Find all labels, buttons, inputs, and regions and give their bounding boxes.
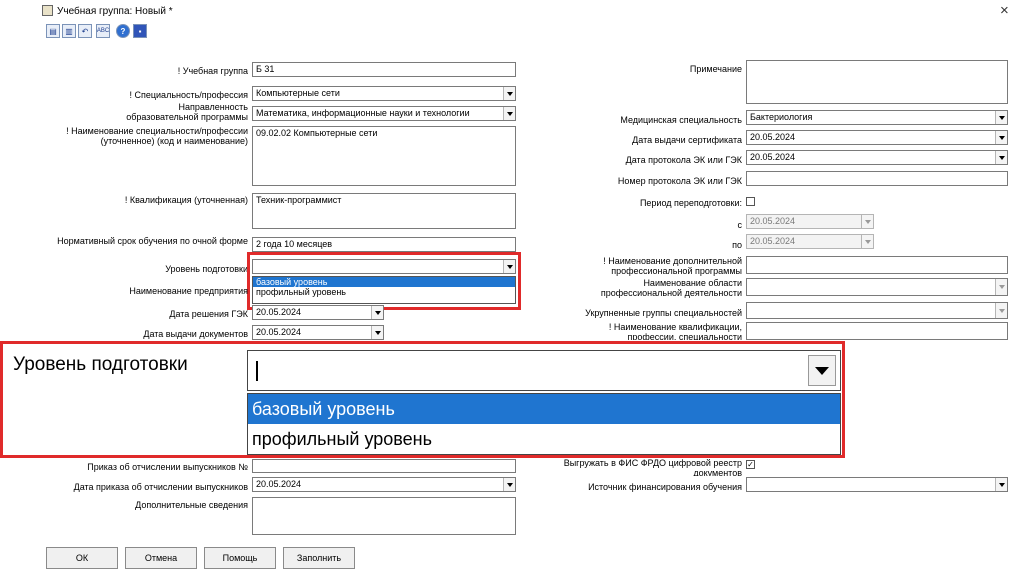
help-button[interactable]: Помощь <box>204 547 276 569</box>
chevron-down-icon[interactable] <box>503 478 515 491</box>
registry-label: Выгружать в ФИС ФРДО цифровой реестр док… <box>563 458 742 476</box>
chevron-down-icon[interactable] <box>995 151 1007 164</box>
chevron-down-icon[interactable] <box>503 87 515 100</box>
protocol-date-value: 20.05.2024 <box>750 152 796 162</box>
docs-date-label: Дата выдачи документов <box>143 329 248 339</box>
direction-select[interactable]: Математика, информационные науки и техно… <box>252 106 516 121</box>
specialty-select[interactable]: Компьютерные сети <box>252 86 516 101</box>
med-specialty-select[interactable]: Бактериология <box>746 110 1008 125</box>
paste-icon[interactable]: ▥ <box>62 24 76 38</box>
group-label: ! Учебная группа <box>177 66 248 76</box>
chevron-down-icon[interactable] <box>995 131 1007 144</box>
close-button[interactable]: × <box>1000 2 1009 19</box>
chevron-down-icon[interactable] <box>995 279 1007 295</box>
zoom-level-select <box>247 350 841 391</box>
note-input[interactable] <box>746 60 1008 104</box>
copy-icon[interactable]: ▤ <box>46 24 60 38</box>
order-input[interactable] <box>252 459 516 473</box>
spec-groups-select[interactable] <box>746 302 1008 319</box>
gek-date-label: Дата решения ГЭК <box>169 309 248 319</box>
prof-area-select[interactable] <box>746 278 1008 296</box>
zoom-level-label: Уровень подготовки <box>13 354 188 375</box>
level-label: Уровень подготовки <box>165 264 248 274</box>
chevron-down-icon[interactable] <box>995 303 1007 318</box>
direction-label: Направленность образовательной программы <box>126 102 248 122</box>
chevron-down-icon[interactable] <box>503 107 515 120</box>
gek-date-select[interactable]: 20.05.2024 <box>252 305 384 320</box>
spec-name-label: ! Наименование специальности/профессии (… <box>66 126 248 146</box>
order-date-value: 20.05.2024 <box>256 479 302 489</box>
extra-info-input[interactable] <box>252 497 516 535</box>
term-input[interactable]: 2 года 10 месяцев <box>252 237 516 252</box>
dropdown-highlight-frame <box>247 252 521 310</box>
qualification-input[interactable]: Техник-программист <box>252 193 516 229</box>
med-specialty-value: Бактериология <box>750 112 813 122</box>
from-label: с <box>737 220 743 230</box>
docs-date-value: 20.05.2024 <box>256 327 302 337</box>
order-date-label: Дата приказа об отчислении выпускников <box>73 482 248 492</box>
spec-name-input[interactable]: 09.02.02 Компьютерные сети <box>252 126 516 186</box>
spec-groups-label: Укрупненные группы специальностей <box>585 308 742 318</box>
undo-icon[interactable]: ↶ <box>78 24 92 38</box>
window-title: Учебная группа: Новый * <box>57 6 173 17</box>
zoom-option-profile: профильный уровень <box>252 429 432 449</box>
direction-value: Математика, информационные науки и техно… <box>256 108 470 118</box>
protocol-date-label: Дата протокола ЭК или ГЭК <box>625 155 742 165</box>
from-date-select[interactable]: 20.05.2024 <box>746 214 874 229</box>
zoom-callout: Уровень подготовки базовый уровень профи… <box>0 341 845 458</box>
extra-info-label: Дополнительные сведения <box>135 500 248 510</box>
prof-area-label: Наименование области профессиональной де… <box>600 278 742 298</box>
cert-date-select[interactable]: 20.05.2024 <box>746 130 1008 145</box>
to-date-value: 20.05.2024 <box>750 236 796 246</box>
chevron-down-icon[interactable] <box>861 215 873 228</box>
chevron-down-icon[interactable] <box>995 111 1007 124</box>
specialty-value: Компьютерные сети <box>256 88 340 98</box>
save-icon[interactable]: ▪ <box>133 24 147 38</box>
qual-name-input[interactable] <box>746 322 1008 340</box>
med-specialty-label: Медицинская специальность <box>620 115 742 125</box>
group-input[interactable]: Б 31 <box>252 62 516 77</box>
chevron-down-icon[interactable] <box>371 306 383 319</box>
spellcheck-icon[interactable]: ABC <box>96 24 110 38</box>
chevron-down-icon <box>808 355 836 386</box>
term-label: Нормативный срок обучения по очной форме <box>57 236 248 246</box>
to-label: по <box>732 240 742 250</box>
ok-button[interactable]: ОК <box>46 547 118 569</box>
gek-date-value: 20.05.2024 <box>256 307 302 317</box>
zoom-option-basic: базовый уровень <box>248 394 840 424</box>
chevron-down-icon[interactable] <box>995 478 1007 491</box>
docs-date-select[interactable]: 20.05.2024 <box>252 325 384 340</box>
qual-name-label: ! Наименование квалификации, профессии, … <box>608 322 742 340</box>
finance-select[interactable] <box>746 477 1008 492</box>
order-label: Приказ об отчислении выпускников № <box>87 462 248 472</box>
enterprise-label: Наименование предприятия <box>129 286 248 296</box>
zoom-dropdown-list: базовый уровень профильный уровень <box>247 393 841 455</box>
chevron-down-icon[interactable] <box>371 326 383 339</box>
cancel-button[interactable]: Отмена <box>125 547 197 569</box>
chevron-down-icon[interactable] <box>861 235 873 248</box>
specialty-label: ! Специальность/профессия <box>129 90 249 100</box>
note-label: Примечание <box>689 64 742 74</box>
text-cursor <box>256 361 258 381</box>
add-program-input[interactable] <box>746 256 1008 274</box>
registry-checkbox[interactable]: ✓ <box>746 460 755 469</box>
add-program-label: ! Наименование дополнительной профессион… <box>603 256 742 276</box>
cert-date-label: Дата выдачи сертификата <box>632 135 742 145</box>
protocol-date-select[interactable]: 20.05.2024 <box>746 150 1008 165</box>
protocol-number-label: Номер протокола ЭК или ГЭК <box>617 176 742 186</box>
retrain-label: Период переподготовки: <box>639 198 742 208</box>
from-date-value: 20.05.2024 <box>750 216 796 226</box>
qualification-label: ! Квалификация (уточненная) <box>124 195 248 205</box>
fill-button[interactable]: Заполнить <box>283 547 355 569</box>
order-date-select[interactable]: 20.05.2024 <box>252 477 516 492</box>
cert-date-value: 20.05.2024 <box>750 132 796 142</box>
help-icon[interactable]: ? <box>116 24 130 38</box>
window-icon <box>42 5 53 16</box>
retrain-checkbox[interactable] <box>746 197 755 206</box>
finance-label: Источник финансирования обучения <box>588 482 742 492</box>
to-date-select[interactable]: 20.05.2024 <box>746 234 874 249</box>
protocol-number-input[interactable] <box>746 171 1008 186</box>
